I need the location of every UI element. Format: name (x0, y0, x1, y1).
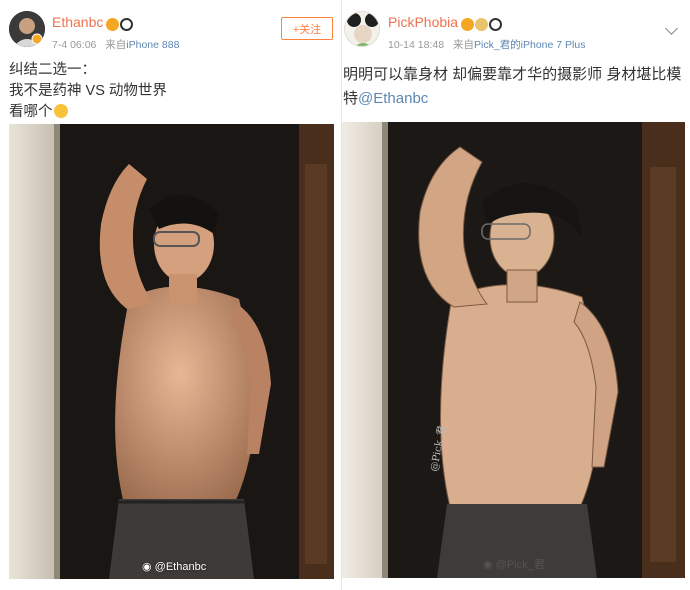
post-illustration[interactable]: @Pick_君 ◉ @Pick_君 (342, 122, 685, 578)
post-meta: 7-4 06:06 来自iPhone 888 (52, 37, 179, 52)
timestamp[interactable]: 10-14 18:48 (388, 39, 444, 51)
device-name[interactable]: Pick_君的iPhone 7 Plus (474, 39, 585, 51)
panda-icon (120, 18, 134, 32)
crown-icon (475, 18, 489, 32)
post-photo[interactable]: ◉ @Ethanbc (9, 124, 334, 579)
avatar[interactable] (9, 11, 45, 47)
source-label: 来自 (452, 39, 474, 51)
timestamp[interactable]: 7-4 06:06 (52, 39, 96, 51)
post-line-2: 特 (343, 90, 359, 107)
weibo-icon: ◉ (483, 559, 493, 571)
post-line-1: 纠结二选一： (9, 62, 96, 78)
avatar[interactable] (344, 11, 380, 47)
vip-badge-icon (461, 18, 475, 32)
post-meta: 10-14 18:48 来自Pick_君的iPhone 7 Plus (388, 37, 585, 52)
panda-icon (489, 18, 503, 32)
weibo-icon: ◉ (142, 561, 152, 573)
username[interactable]: PickPhobia (388, 14, 503, 32)
photo-watermark: ◉ @Ethanbc (142, 561, 207, 573)
mention-link[interactable]: @Ethanbc (358, 90, 428, 107)
weibo-post-left: Ethanbc 7-4 06:06 来自iPhone 888 +关注 纠结二选一… (0, 0, 341, 590)
post-line-1: 明明可以靠身材 却偏要靠才华的摄影师 身材堪比模 (343, 66, 682, 83)
photo-watermark: ◉ @Pick_君 (483, 559, 545, 571)
source-label: 来自 (105, 39, 127, 51)
vip-badge-icon (106, 18, 120, 32)
username[interactable]: Ethanbc (52, 14, 134, 32)
post-text: 明明可以靠身材 却偏要靠才华的摄影师 身材堪比模 特@Ethanbc (343, 63, 688, 111)
post-line-3: 看哪个 (9, 104, 53, 120)
follow-button[interactable]: +关注 (281, 17, 333, 40)
post-text: 纠结二选一： 我不是药神 VS 动物世界 看哪个 (9, 60, 329, 123)
chevron-down-icon[interactable] (665, 22, 678, 35)
device-name[interactable]: iPhone 888 (126, 39, 179, 51)
weibo-post-right: PickPhobia 10-14 18:48 来自Pick_君的iPhone 7… (341, 0, 690, 590)
post-line-2: 我不是药神 VS 动物世界 (9, 83, 167, 99)
laugh-emoji-icon (53, 104, 68, 118)
